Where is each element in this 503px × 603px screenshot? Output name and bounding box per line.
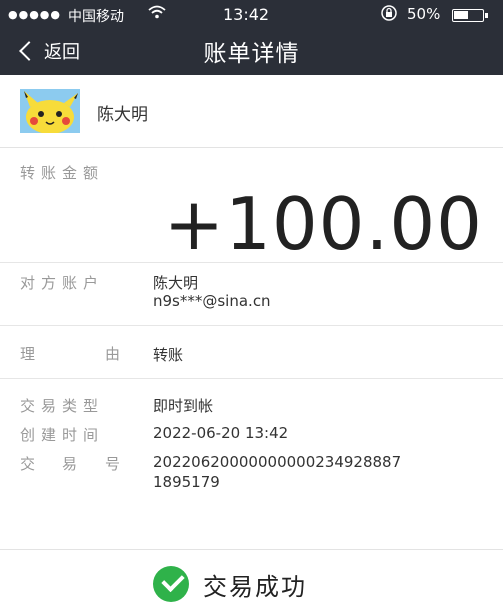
trade-no-value-line2: 1895179 (153, 473, 220, 491)
success-check-icon (153, 566, 189, 602)
create-time-value: 2022-06-20 13:42 (153, 424, 289, 442)
battery-tip (485, 13, 488, 18)
battery-fill (454, 11, 468, 19)
trade-no-value-line1: 20220620000000000234928887 (153, 453, 402, 471)
trade-no-label-3: 号 (105, 455, 121, 473)
orientation-lock-icon (380, 4, 398, 26)
user-name: 陈大明 (97, 105, 148, 125)
top-bar: ●●●●● 中国移动 13:42 50% 返回 账单详情 (0, 0, 503, 75)
trade-no-label-2: 易 (62, 455, 78, 473)
create-time-label: 创建时间 (20, 426, 105, 444)
amount-label: 转账金额 (20, 164, 105, 182)
status-bar: ●●●●● 中国移动 13:42 50% (0, 0, 503, 30)
page-title: 账单详情 (203, 41, 300, 67)
trade-status-text: 交易成功 (203, 572, 307, 601)
carrier-name: 中国移动 (68, 9, 124, 25)
footer: 交易成功 (0, 549, 503, 603)
reason-label-1: 理 (20, 345, 36, 363)
divider (0, 262, 503, 263)
reason-label-2: 由 (105, 345, 121, 363)
status-time: 13:42 (223, 5, 270, 24)
reason-value: 转账 (153, 346, 184, 364)
avatar (20, 89, 80, 133)
user-row: 陈大明 (0, 75, 503, 148)
battery-percent: 50% (407, 5, 441, 23)
pikachu-avatar-icon (20, 89, 80, 133)
trade-status: 交易成功 (153, 566, 307, 602)
battery-icon (452, 9, 488, 22)
trade-type-value: 即时到帐 (153, 397, 214, 415)
navigation-bar: 返回 账单详情 (0, 30, 503, 75)
wifi-icon (148, 5, 166, 23)
trade-type-label: 交易类型 (20, 397, 105, 415)
amount-block: 转账金额 +100.00 (0, 148, 503, 266)
counterparty-account: n9s***@sina.cn (153, 292, 271, 310)
counterparty-label: 对方账户 (20, 274, 105, 292)
counterparty-name: 陈大明 (153, 274, 199, 292)
trade-no-label-1: 交 (20, 455, 36, 473)
amount-value: +100.00 (163, 182, 483, 266)
divider (0, 325, 503, 326)
signal-icon: ●●●●● (8, 8, 61, 21)
divider (0, 378, 503, 379)
